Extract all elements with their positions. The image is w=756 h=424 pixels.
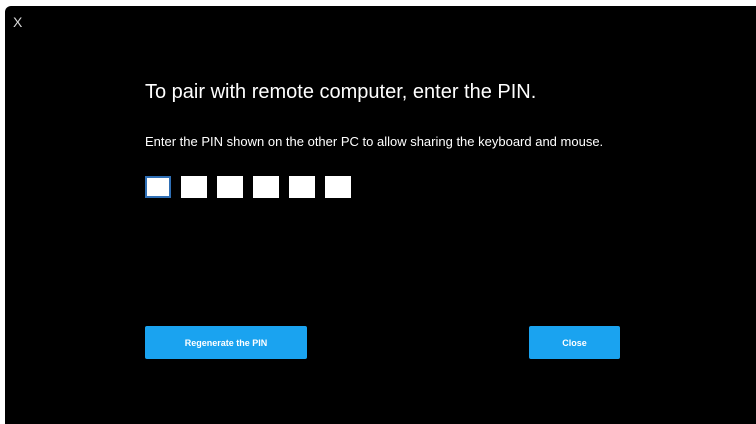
dialog-description: Enter the PIN shown on the other PC to a… xyxy=(145,134,604,149)
pin-digit-2[interactable] xyxy=(181,176,207,198)
dialog-title: To pair with remote computer, enter the … xyxy=(145,81,537,103)
pairing-dialog: X To pair with remote computer, enter th… xyxy=(5,6,756,424)
regenerate-pin-button[interactable]: Regenerate the PIN xyxy=(145,326,307,359)
pin-digit-1[interactable] xyxy=(145,176,171,198)
pin-digit-4[interactable] xyxy=(253,176,279,198)
pin-input-group xyxy=(145,176,351,198)
pin-digit-6[interactable] xyxy=(325,176,351,198)
pin-digit-3[interactable] xyxy=(217,176,243,198)
pin-digit-5[interactable] xyxy=(289,176,315,198)
close-icon[interactable]: X xyxy=(13,14,22,30)
close-button[interactable]: Close xyxy=(529,326,620,359)
